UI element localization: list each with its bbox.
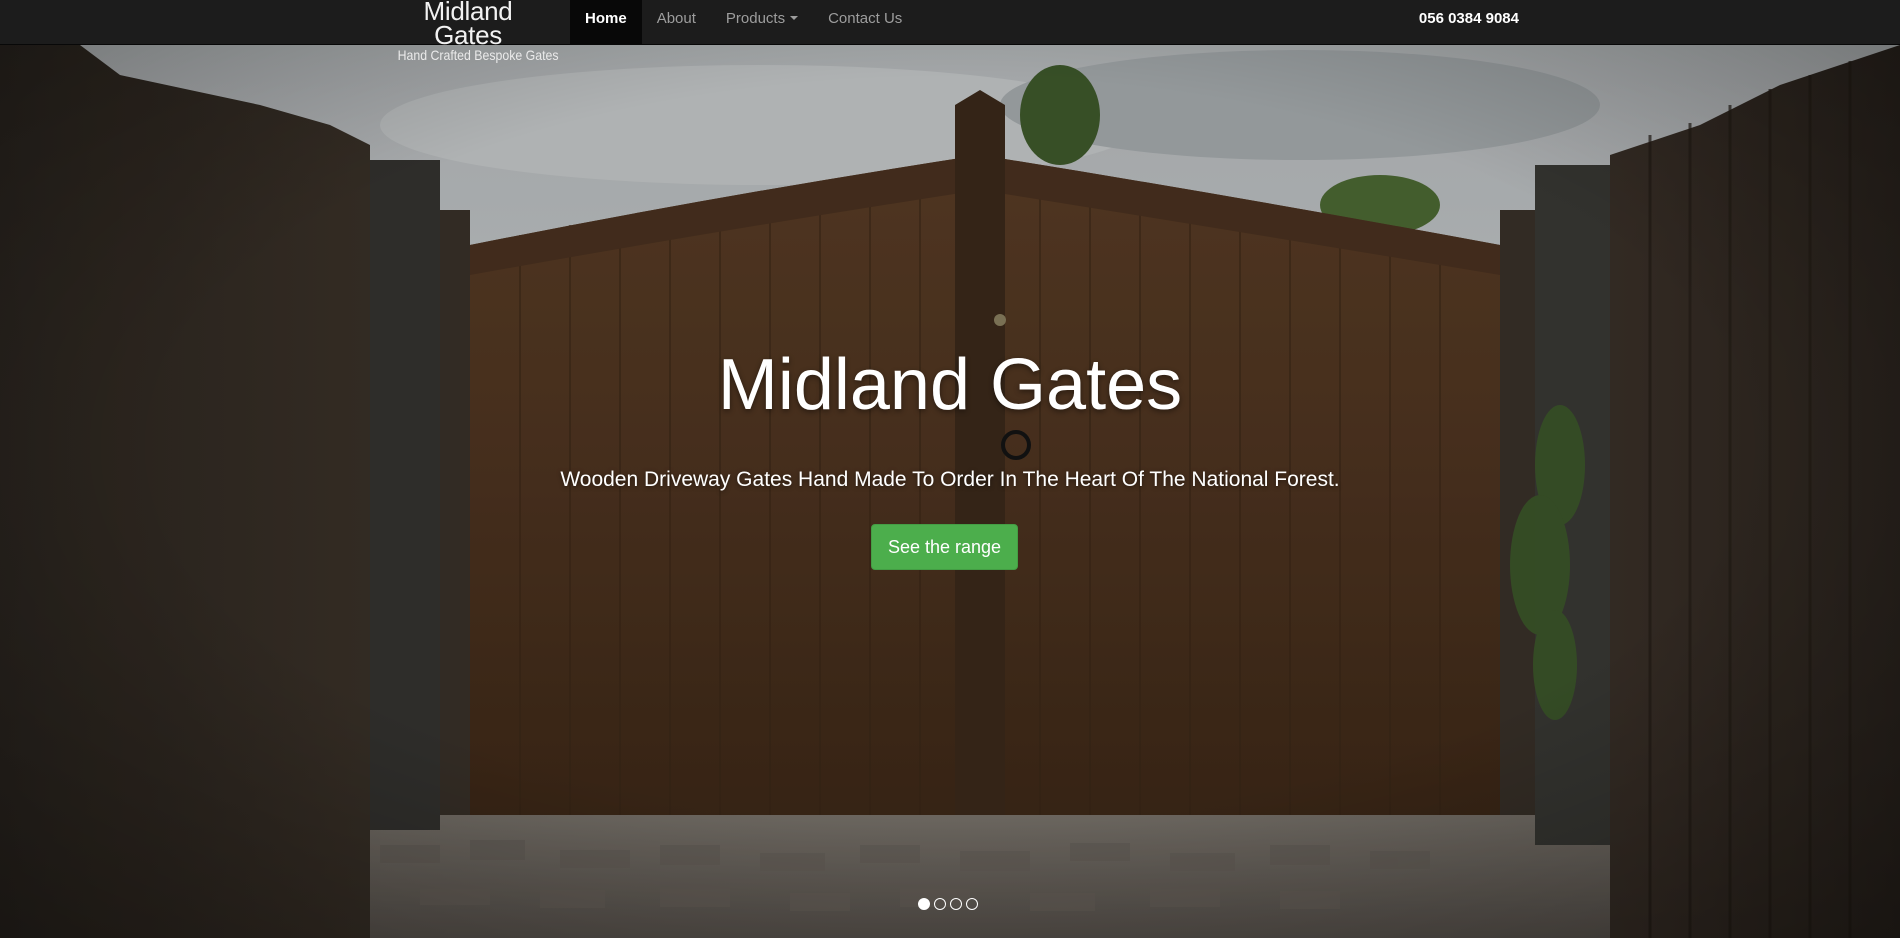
navbar: Midland Gates Hand Crafted Bespoke Gates… [0,0,1900,63]
hero-subtitle: Wooden Driveway Gates Hand Made To Order… [560,468,1340,491]
nav-about[interactable]: About [642,0,711,45]
carousel-indicator-3[interactable] [950,898,962,910]
phone-number[interactable]: 056 0384 9084 [1419,0,1519,45]
brand-logo[interactable]: Midland Gates Hand Crafted Bespoke Gates [388,0,559,63]
nav-home[interactable]: Home [570,0,642,45]
hero-title: Midland Gates [717,345,1183,425]
carousel-indicator-1[interactable] [918,898,930,910]
nav-products-label: Products [725,10,786,27]
see-the-range-button[interactable]: See the range [871,524,1018,570]
nav-products[interactable]: Products [711,0,813,45]
carousel-indicator-2[interactable] [934,898,946,910]
main-nav: Home About Products Contact Us [570,0,917,45]
caret-down-icon [790,16,799,21]
brand-tagline: Hand Crafted Bespoke Gates [397,47,559,63]
nav-contact[interactable]: Contact Us [813,0,917,45]
carousel-indicator-4[interactable] [966,898,978,910]
hero-carousel: Midland Gates Wooden Driveway Gates Hand… [0,45,1900,938]
brand-title: Midland Gates [423,0,513,50]
hero-content: Midland Gates Wooden Driveway Gates Hand… [0,45,1900,938]
carousel-indicators [918,898,978,910]
